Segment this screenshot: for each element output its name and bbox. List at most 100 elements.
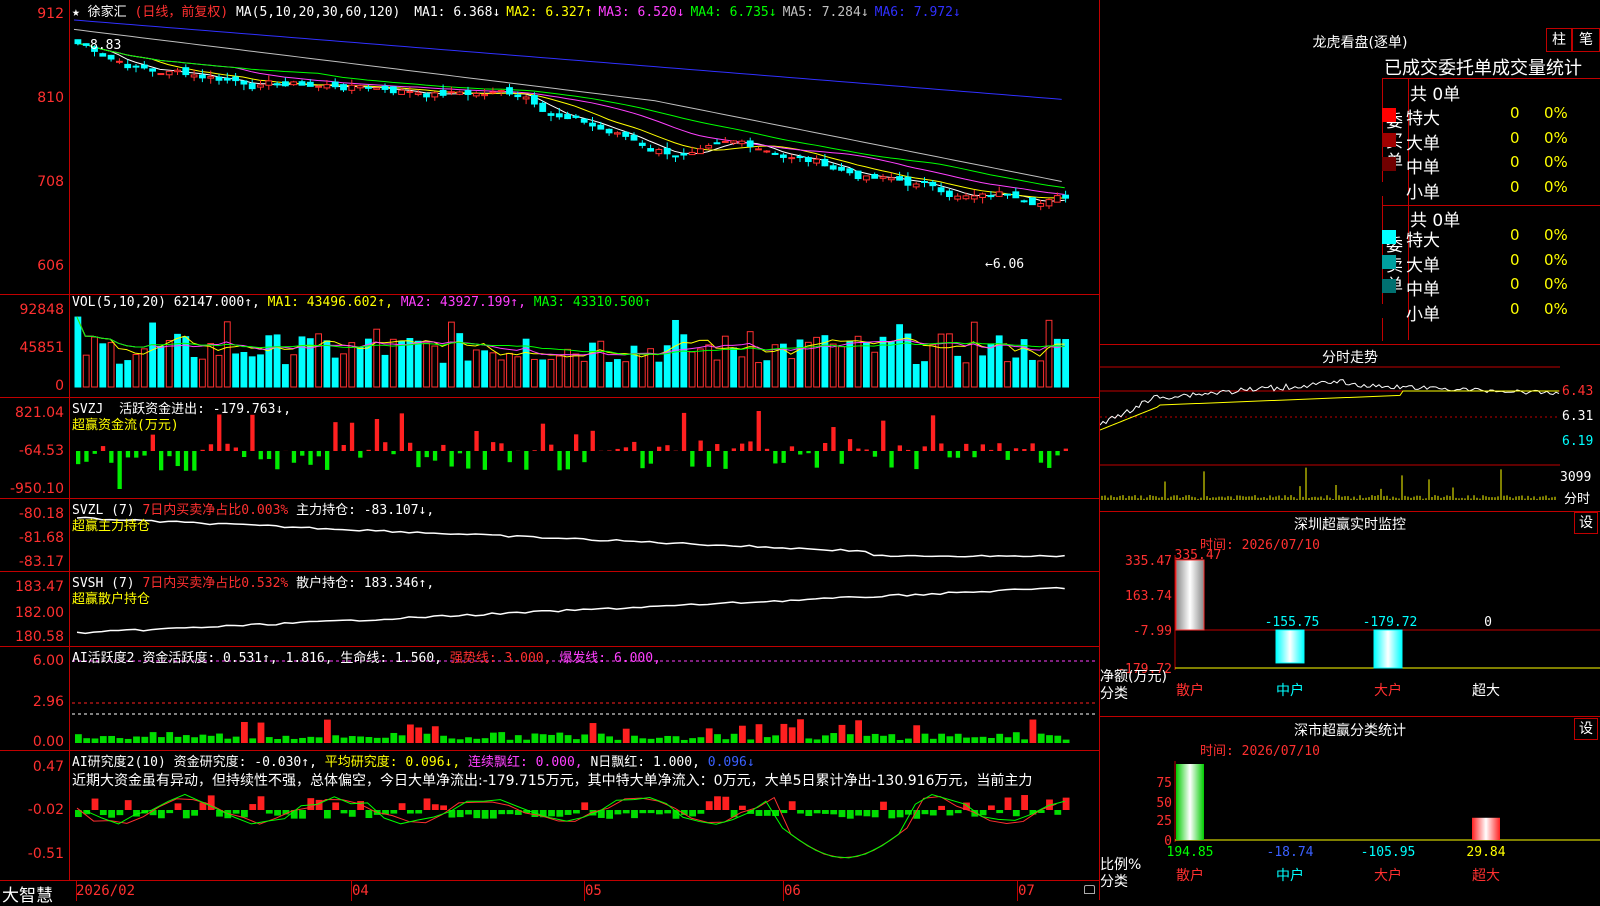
flow-bar (748, 441, 752, 451)
intraday-chart[interactable] (1100, 345, 1600, 511)
activity-bar (382, 738, 389, 743)
ai-research-panel[interactable]: 0.47 -0.02 -0.51 AI研究度2(10) 资金研究度: -0.03… (0, 750, 1100, 880)
activity-bar (141, 737, 148, 743)
candle (415, 93, 421, 95)
candle (789, 158, 795, 159)
research-bar (556, 810, 563, 817)
flow-bar (275, 451, 279, 469)
candle (731, 141, 737, 143)
candle (938, 188, 944, 192)
flow-bar (873, 451, 877, 457)
order-count: 0 (1510, 251, 1520, 269)
activity-bar (830, 733, 837, 743)
research-bar (548, 810, 555, 816)
candle (432, 93, 438, 97)
activity-bar (664, 736, 671, 743)
flow-bar (939, 443, 943, 451)
category-label: 大户 (1374, 682, 1402, 699)
candle (473, 93, 479, 95)
lock-icon[interactable] (1084, 885, 1095, 894)
candle (864, 176, 870, 180)
stock-name[interactable]: 徐家汇 (88, 5, 127, 20)
legend-swatch (1382, 304, 1396, 318)
activity-bar (839, 725, 846, 743)
research-bar (689, 810, 696, 816)
flow-bar (167, 451, 171, 456)
flow-bar (225, 444, 229, 451)
svsh-panel[interactable]: 183.47 182.00 180.58 SVSH (7) 7日内买卖净占比0.… (0, 571, 1100, 647)
svzl-panel[interactable]: -80.18 -81.68 -83.17 SVZL (7) 7日内买卖净占比0.… (0, 498, 1100, 572)
candle (996, 192, 1002, 197)
activity-bar (415, 727, 422, 743)
research-bar (407, 810, 414, 814)
flow-bar (234, 448, 238, 451)
intraday-panel[interactable]: 分时走势 6.43 6.31 6.19 3099 分时 (1100, 344, 1600, 512)
sz-monitor-chart[interactable]: 335.47163.74-7.99-179.72335.47散户-155.75中… (1100, 510, 1600, 716)
flow-bar (1022, 449, 1026, 451)
sz-monitor-panel[interactable]: 深圳超赢实时监控 设 时间: 2026/07/10 335.47163.74-7… (1100, 510, 1600, 717)
star-icon[interactable]: ★ (72, 5, 80, 20)
candle (698, 149, 704, 154)
aiact-l1: 资金活跃度: 0.531↑, (142, 651, 277, 666)
volume-bar (357, 347, 363, 387)
flow-bar (474, 431, 478, 451)
activity-bar (490, 733, 497, 743)
sz-class-panel[interactable]: 深市超赢分类统计 设 时间: 2026/07/10 7550250194.85散… (1100, 716, 1600, 900)
candle (307, 82, 313, 86)
legend-swatch (1382, 133, 1396, 147)
research-bar (457, 810, 464, 817)
kline-mode[interactable]: (日线，前复权) (135, 5, 229, 20)
order-size-label: 小单 (1406, 300, 1440, 325)
flow-bar (491, 442, 495, 451)
volume-bar (216, 355, 222, 387)
flow-bar (508, 451, 512, 462)
activity-bar (805, 738, 812, 743)
activity-bar (623, 729, 630, 743)
ai-active-panel[interactable]: 6.00 2.96 0.00 AI活跃度2 资金活跃度: 0.531↑, 1.8… (0, 646, 1100, 751)
volume-bar (689, 352, 695, 387)
holding-line (77, 517, 1065, 556)
volume-bar (598, 341, 604, 387)
research-bar (498, 810, 505, 814)
candle (922, 181, 928, 182)
category-label: 大户 (1374, 867, 1402, 884)
volume-panel[interactable]: 92848 45851 0 VOL(5,10,20) 62147.000↑, M… (0, 294, 1100, 398)
activity-bar (216, 734, 223, 743)
kline-chart[interactable] (0, 0, 1100, 294)
y-tick: 75 (1156, 776, 1172, 791)
kline-panel[interactable]: 912 810 708 606 ★ 徐家汇 (日线，前复权) MA(5,10,2… (0, 0, 1100, 295)
activity-bar (473, 739, 480, 743)
activity-bar (75, 734, 82, 743)
research-bar (988, 805, 995, 810)
intraday-vol-tick: 3099 (1560, 470, 1591, 485)
activity-bar (947, 736, 954, 743)
flow-bar (906, 450, 910, 451)
activity-bar (789, 727, 796, 743)
candle (648, 149, 654, 152)
candle (590, 123, 596, 126)
ratio-bar (1176, 764, 1204, 840)
tick-view-button[interactable]: 笔 (1572, 28, 1600, 52)
volume-bar (714, 360, 720, 387)
volume-bar (382, 355, 388, 387)
research-line (77, 796, 1056, 857)
flow-bar (1006, 451, 1010, 460)
y-tick: 25 (1156, 814, 1172, 829)
vol-ma3: MA3: 43310.500↑ (534, 295, 651, 310)
flow-bar (350, 423, 354, 451)
candle (739, 141, 745, 144)
flow-bar (383, 442, 387, 451)
volume-bar (855, 336, 861, 387)
activity-bar (175, 737, 182, 743)
flow-bar (76, 451, 80, 464)
svzj-panel[interactable]: 821.04 -64.53 -950.10 SVZJ 活跃资金进出: -179.… (0, 397, 1100, 499)
bar-view-button[interactable]: 柱 (1546, 28, 1572, 52)
activity-bar (1021, 739, 1028, 743)
volume-bar (639, 354, 645, 387)
research-bar (581, 802, 588, 810)
flow-bar (856, 449, 860, 451)
sz-class-chart[interactable]: 7550250194.85散户-18.74中户-105.95大户29.84超大 (1100, 716, 1600, 900)
ma-value: MA4: 6.735↓ (690, 5, 776, 20)
volume-bar (399, 341, 405, 387)
aires-commentary: 近期大资金虽有异动，但持续性不强，总体偏空，今日大单净流出:-179.715万元… (72, 770, 1098, 790)
